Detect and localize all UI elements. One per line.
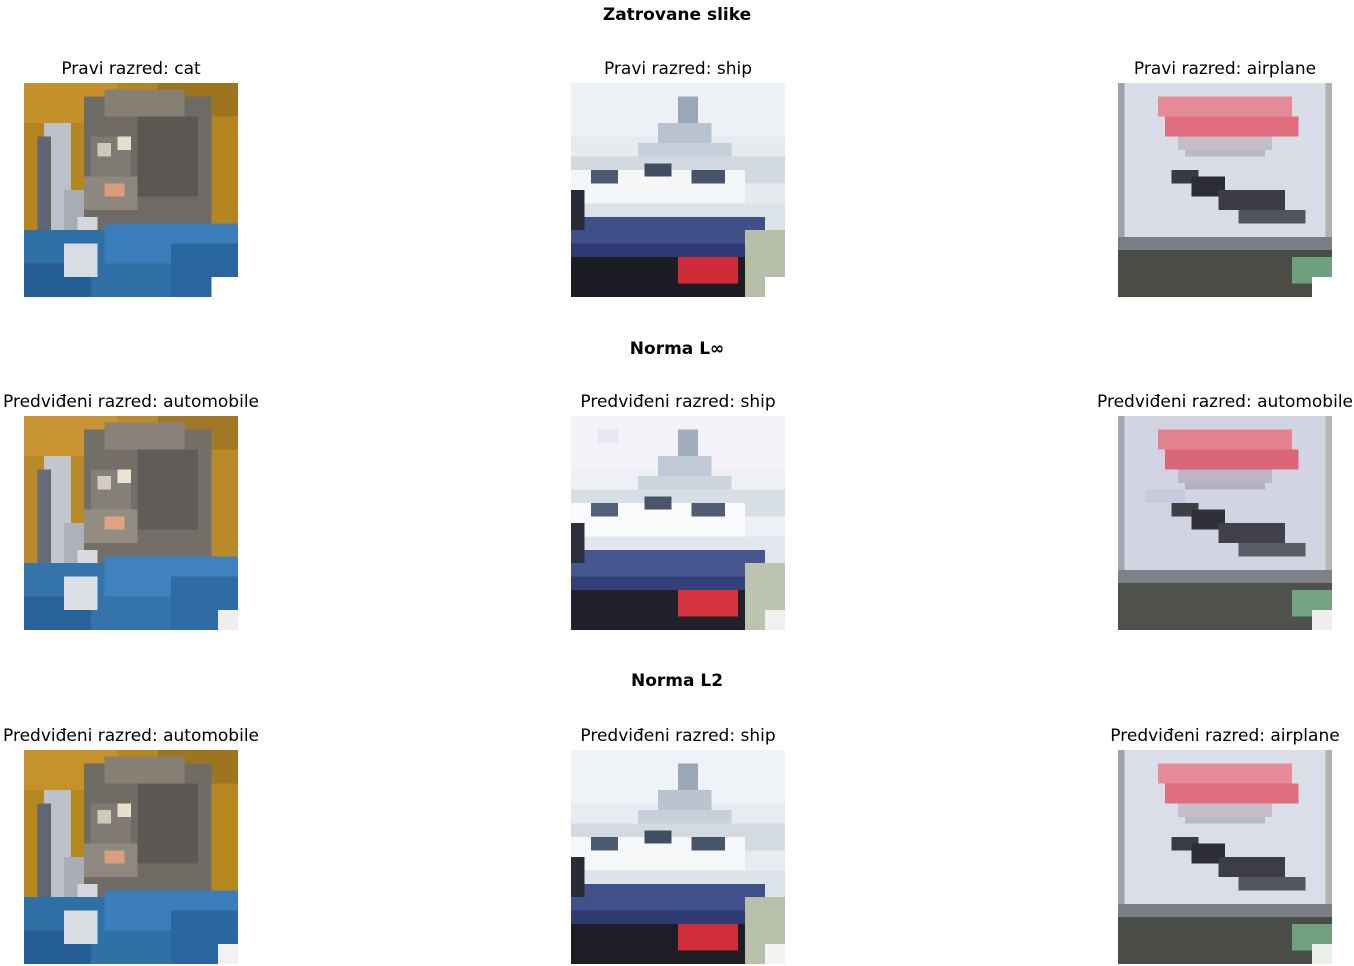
ship-image xyxy=(571,83,785,297)
cat-image xyxy=(24,416,238,630)
panel-title: Predviđeni razred: automobile xyxy=(3,726,259,746)
panel-title: Predviđeni razred: automobile xyxy=(1097,392,1353,412)
airplane-image xyxy=(1118,750,1332,964)
panel-title: Pravi razred: cat xyxy=(61,59,201,79)
panel-title: Predviđeni razred: airplane xyxy=(1110,726,1340,746)
ship-image xyxy=(571,750,785,964)
airplane-image xyxy=(1118,416,1332,630)
panel-title: Predviđeni razred: automobile xyxy=(3,392,259,412)
panel-title: Pravi razred: airplane xyxy=(1133,59,1317,79)
panel-title: Pravi razred: ship xyxy=(603,59,753,79)
row-heading-l2: Norma L2 xyxy=(630,671,724,691)
cat-image xyxy=(24,83,238,297)
cat-image xyxy=(24,750,238,964)
ship-image xyxy=(571,416,785,630)
row-heading-linf: Norma L∞ xyxy=(629,339,725,359)
row-heading-poisoned: Zatrovane slike xyxy=(602,5,752,25)
airplane-image xyxy=(1118,83,1332,297)
panel-title: Predviđeni razred: ship xyxy=(580,726,776,746)
panel-title: Predviđeni razred: ship xyxy=(580,392,776,412)
